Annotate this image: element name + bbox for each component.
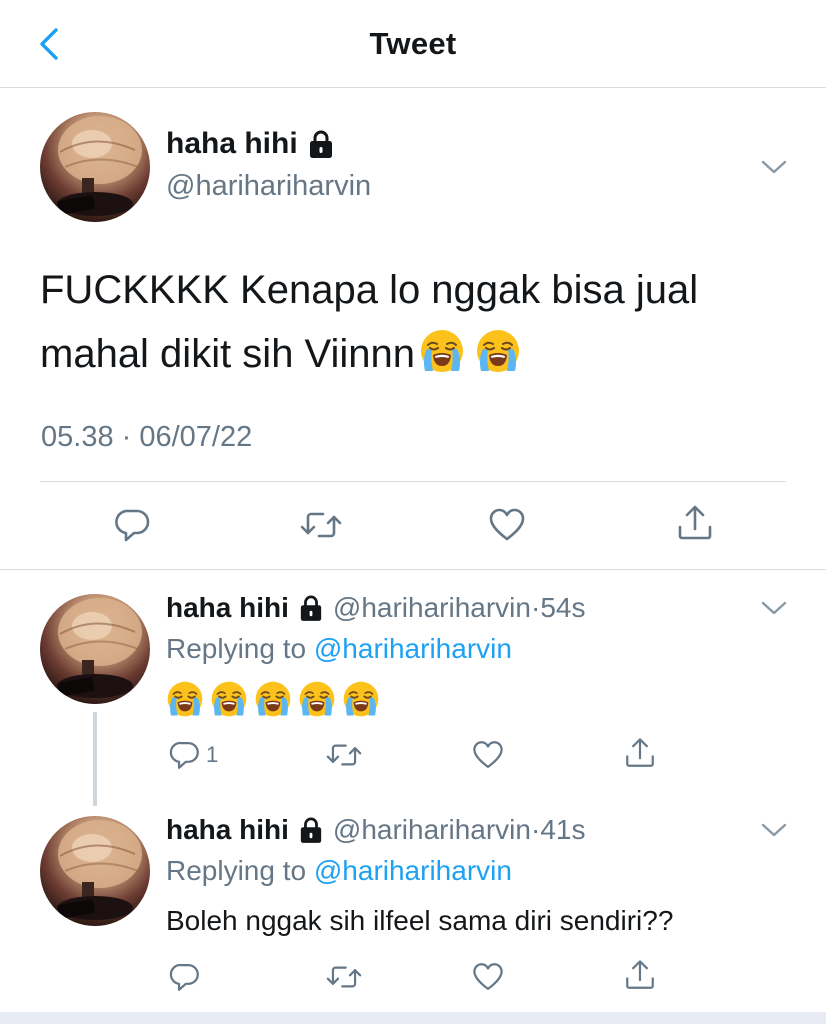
author-handle[interactable]: @harihariharvin [333,592,531,624]
reply-emojis [166,680,386,718]
mention-link[interactable]: @harihariharvin [314,633,512,664]
avatar-image [40,816,150,926]
crying-emoji-icon [419,328,465,374]
like-button[interactable] [471,960,505,994]
crying-emoji-icon [254,680,292,718]
reply-icon[interactable] [168,960,202,994]
author-handle[interactable]: @harihariharvin [166,170,371,203]
separator-dot: · [530,592,541,623]
crying-emoji-icon [475,328,521,374]
share-button[interactable] [623,736,657,770]
reply-time[interactable]: 41s [540,814,585,846]
retweet-button[interactable] [299,505,343,545]
separator-dot: · [530,814,541,845]
lock-icon [299,594,323,622]
reply-icon[interactable] [168,738,202,772]
avatar-image [40,112,150,222]
mention-link[interactable]: @harihariharvin [314,855,512,886]
like-button[interactable] [471,738,505,772]
top-bar: Tweet [0,0,826,88]
divider [40,481,786,482]
retweet-button[interactable] [325,738,363,772]
reply-text: Boleh nggak sih ilfeel sama diri sendiri… [166,905,674,936]
avatar-image [40,594,150,704]
like-icon[interactable] [471,738,505,772]
main-tweet-author[interactable]: haha hihi [166,127,334,161]
bottom-edge [0,1012,826,1024]
tweet-timestamp[interactable]: 05.38 · 06/07/22 [41,421,252,454]
avatar[interactable] [40,112,150,222]
chevron-down-icon[interactable] [760,820,788,840]
share-button[interactable] [623,958,657,992]
retweet-icon[interactable] [325,960,363,994]
divider [0,569,826,570]
replying-to: Replying to @harihariharvin [166,855,512,887]
author-name[interactable]: haha hihi [166,814,289,846]
replying-to: Replying to @harihariharvin [166,633,512,665]
like-icon[interactable] [471,960,505,994]
author-name[interactable]: haha hihi [166,127,298,161]
share-button[interactable] [675,503,715,543]
reply-button[interactable] [113,505,153,545]
crying-emoji-icon [166,680,204,718]
share-icon[interactable] [623,958,657,992]
thread-connector [93,712,97,806]
lock-icon [299,816,323,844]
like-button[interactable] [487,505,527,545]
share-icon[interactable] [623,736,657,770]
replying-label: Replying to [166,855,307,886]
crying-emoji-icon [210,680,248,718]
author-handle[interactable]: @harihariharvin [333,814,531,846]
chevron-down-icon[interactable] [760,157,788,177]
tweet-text: FUCKKKK Kenapa lo nggak bisa jual mahal … [40,258,800,386]
avatar[interactable] [40,816,150,926]
reply-count: 1 [206,742,219,767]
lock-icon [308,129,334,159]
crying-emoji-icon [342,680,380,718]
reply-icon[interactable] [113,505,153,545]
reply-button[interactable] [168,960,202,994]
reply-time[interactable]: 54s [540,592,585,624]
avatar[interactable] [40,594,150,704]
crying-emoji-icon [298,680,336,718]
retweet-icon[interactable] [299,505,343,545]
replying-label: Replying to [166,633,307,664]
retweet-icon[interactable] [325,738,363,772]
author-name[interactable]: haha hihi [166,592,289,624]
page-title: Tweet [369,26,457,61]
like-icon[interactable] [487,505,527,545]
reply-header: haha hihi @harihariharvin · 54s [166,592,585,624]
share-icon[interactable] [675,503,715,543]
tweet-body: FUCKKKK Kenapa lo nggak bisa jual mahal … [40,268,699,376]
chevron-down-icon[interactable] [760,598,788,618]
reply-button[interactable]: 1 [168,738,218,772]
retweet-button[interactable] [325,960,363,994]
reply-header: haha hihi @harihariharvin · 41s [166,814,585,846]
